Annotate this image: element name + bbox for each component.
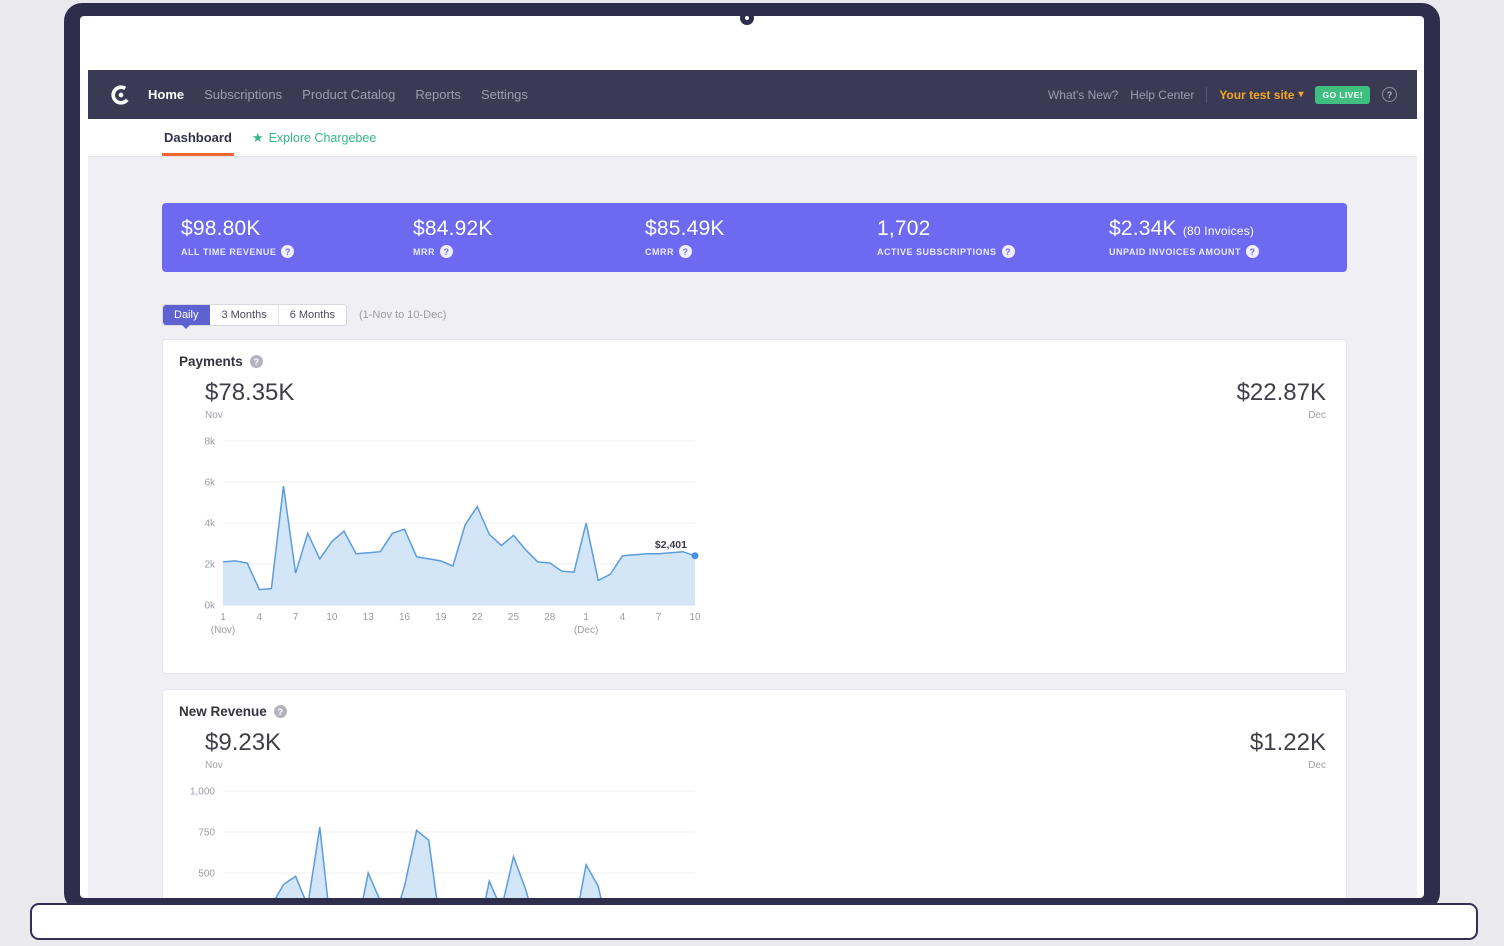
new-revenue-area-chart: 02505007501,0001(Nov)47101316192225281(D…	[179, 777, 1330, 898]
range-toggle-row: Daily 3 Months 6 Months (1-Nov to 10-Dec…	[162, 304, 1347, 326]
svg-text:13: 13	[363, 612, 375, 623]
metric-value: 1,702	[877, 217, 1109, 241]
chargebee-app: Home Subscriptions Product Catalog Repor…	[88, 70, 1417, 898]
metric-mrr: $84.92K MRR ?	[413, 217, 645, 258]
explore-label: Explore Chargebee	[269, 131, 377, 145]
site-name-label: Your test site	[1219, 88, 1294, 102]
app-window: Home Subscriptions Product Catalog Repor…	[80, 16, 1424, 898]
metric-unpaid-invoices: $2.34K (80 Invoices) UNPAID INVOICES AMO…	[1109, 217, 1259, 258]
svg-text:500: 500	[198, 869, 215, 880]
help-icon[interactable]: ?	[274, 705, 287, 718]
left-value: $9.23K	[205, 729, 281, 757]
metric-value: $84.92K	[413, 217, 645, 241]
top-nav: Home Subscriptions Product Catalog Repor…	[88, 70, 1417, 119]
nav-item-settings[interactable]: Settings	[481, 87, 528, 102]
help-center-link[interactable]: Help Center	[1130, 88, 1194, 102]
card-title: Payments	[179, 354, 243, 369]
chart-card-new-revenue: New Revenue ? $9.23K Nov $1.22K Dec	[162, 689, 1347, 898]
svg-text:22: 22	[472, 612, 484, 623]
svg-text:1: 1	[220, 612, 226, 623]
metric-label: MRR	[413, 247, 435, 257]
right-label: Dec	[1250, 760, 1326, 771]
main-menu: Home Subscriptions Product Catalog Repor…	[148, 87, 528, 102]
dashboard-content: $98.80K ALL TIME REVENUE ? $84.92K MRR ?	[88, 157, 1417, 898]
svg-text:25: 25	[508, 612, 520, 623]
nav-item-product-catalog[interactable]: Product Catalog	[302, 87, 395, 102]
chart-cards-grid: Payments ? $78.35K Nov $22.87K Dec	[162, 339, 1347, 898]
svg-text:7: 7	[656, 612, 662, 623]
device-base	[30, 903, 1478, 940]
metric-value: $98.80K	[181, 217, 413, 241]
svg-text:4k: 4k	[204, 519, 216, 530]
help-icon[interactable]: ?	[281, 245, 294, 258]
caret-down-icon: ▾	[1298, 89, 1303, 100]
metric-label: CMRR	[645, 247, 674, 257]
right-label: Dec	[1237, 410, 1326, 421]
whats-new-link[interactable]: What's New?	[1048, 88, 1118, 102]
star-icon: ★	[252, 130, 264, 146]
metric-label: UNPAID INVOICES AMOUNT	[1109, 247, 1241, 257]
left-label: Nov	[205, 760, 281, 771]
metric-value: $2.34K (80 Invoices)	[1109, 217, 1259, 241]
explore-chargebee-link[interactable]: ★ Explore Chargebee	[252, 119, 376, 156]
help-icon[interactable]: ?	[440, 245, 453, 258]
svg-text:(Dec): (Dec)	[574, 625, 598, 636]
divider	[1206, 87, 1207, 103]
go-live-button[interactable]: GO LIVE!	[1315, 86, 1370, 104]
range-option-daily[interactable]: Daily	[163, 305, 210, 325]
payments-area-chart: 0k 2k 4k 6k 8k 1 (Nov) 4 7 10 13 16 19 22 25 28 1 (Dec) 4 7…	[179, 427, 1330, 644]
svg-text:0k: 0k	[204, 601, 216, 612]
nav-item-subscriptions[interactable]: Subscriptions	[204, 87, 282, 102]
camera-ring-icon	[740, 11, 754, 25]
top-nav-right: What's New? Help Center Your test site ▾…	[1048, 86, 1397, 104]
nav-item-reports[interactable]: Reports	[415, 87, 461, 102]
help-icon[interactable]: ?	[1002, 245, 1015, 258]
chart-card-payments: Payments ? $78.35K Nov $22.87K Dec	[162, 339, 1347, 674]
svg-text:$2,401: $2,401	[655, 539, 687, 551]
site-switcher[interactable]: Your test site ▾	[1219, 88, 1303, 102]
svg-text:4: 4	[620, 612, 626, 623]
left-label: Nov	[205, 410, 294, 421]
device-frame: Home Subscriptions Product Catalog Repor…	[64, 3, 1440, 911]
summary-banner: $98.80K ALL TIME REVENUE ? $84.92K MRR ?	[162, 203, 1347, 272]
metric-all-time-revenue: $98.80K ALL TIME REVENUE ?	[181, 217, 413, 258]
metric-label: ALL TIME REVENUE	[181, 247, 276, 257]
right-value: $22.87K	[1237, 379, 1326, 407]
left-value: $78.35K	[205, 379, 294, 407]
metric-value: $85.49K	[645, 217, 877, 241]
tab-dashboard[interactable]: Dashboard	[162, 119, 234, 156]
svg-text:750: 750	[198, 828, 215, 839]
svg-text:(Nov): (Nov)	[211, 625, 235, 636]
svg-text:4: 4	[257, 612, 263, 623]
svg-text:2k: 2k	[204, 560, 216, 571]
svg-text:10: 10	[326, 612, 338, 623]
svg-text:7: 7	[293, 612, 299, 623]
svg-text:1: 1	[583, 612, 589, 623]
svg-text:16: 16	[399, 612, 411, 623]
range-segmented-control: Daily 3 Months 6 Months	[162, 304, 347, 326]
nav-item-home[interactable]: Home	[148, 87, 184, 102]
help-icon[interactable]: ?	[250, 355, 263, 368]
svg-text:1,000: 1,000	[190, 787, 215, 798]
help-icon[interactable]: ?	[679, 245, 692, 258]
svg-text:28: 28	[544, 612, 556, 623]
range-option-3-months[interactable]: 3 Months	[210, 305, 278, 325]
svg-text:8k: 8k	[204, 437, 216, 448]
svg-text:6k: 6k	[204, 478, 216, 489]
sub-nav: Dashboard ★ Explore Chargebee	[88, 119, 1417, 157]
svg-text:10: 10	[689, 612, 701, 623]
range-text: (1-Nov to 10-Dec)	[359, 309, 446, 321]
card-title: New Revenue	[179, 704, 267, 719]
help-icon[interactable]: ?	[1382, 87, 1397, 102]
metric-value-suffix: (80 Invoices)	[1183, 224, 1254, 238]
range-option-6-months[interactable]: 6 Months	[279, 305, 346, 325]
help-icon[interactable]: ?	[1246, 245, 1259, 258]
metric-active-subscriptions: 1,702 ACTIVE SUBSCRIPTIONS ?	[877, 217, 1109, 258]
right-value: $1.22K	[1250, 729, 1326, 757]
metric-cmrr: $85.49K CMRR ?	[645, 217, 877, 258]
chargebee-logo-icon[interactable]	[110, 84, 132, 106]
metric-label: ACTIVE SUBSCRIPTIONS	[877, 247, 997, 257]
svg-text:19: 19	[435, 612, 447, 623]
